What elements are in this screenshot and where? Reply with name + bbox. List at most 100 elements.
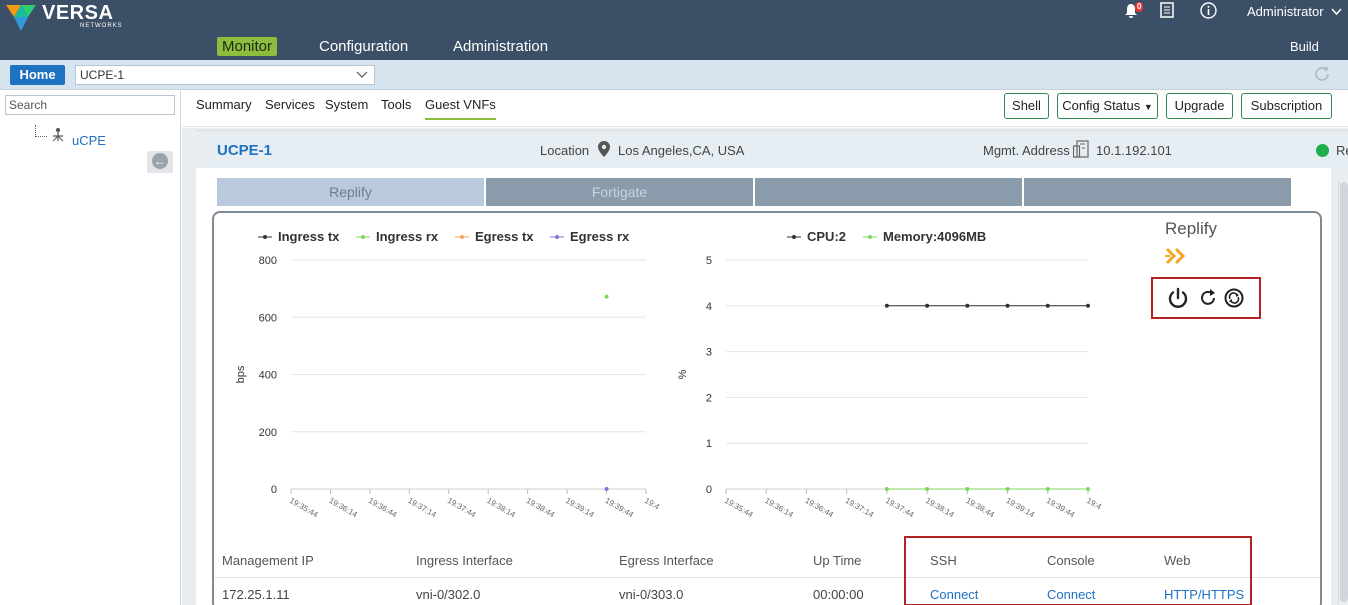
vnf-tab-4[interactable] xyxy=(1024,178,1291,206)
y-tick-label: 0 xyxy=(706,484,712,496)
data-point xyxy=(884,487,889,491)
x-tick-label: 19:39:14 xyxy=(1005,496,1037,520)
sync-icon[interactable] xyxy=(1223,287,1245,309)
data-point xyxy=(925,303,930,308)
legend-marker xyxy=(555,235,559,239)
tabs-row: Summary Services System Tools Guest VNFs… xyxy=(182,91,1348,127)
y-tick-label: 5 xyxy=(706,255,712,267)
x-tick-label: 19:4 xyxy=(1085,496,1103,512)
search-input[interactable] xyxy=(5,95,175,115)
device-node-icon xyxy=(52,128,64,145)
power-icon[interactable] xyxy=(1167,287,1189,309)
vnf-tab-fortigate[interactable]: Fortigate xyxy=(486,178,753,206)
device-info-bar: UCPE-1 Location Los Angeles,CA, USA Mgmt… xyxy=(196,130,1348,168)
tab-tools[interactable]: Tools xyxy=(381,97,411,118)
y-tick-label: 800 xyxy=(259,255,277,267)
x-tick-label: 19:37:14 xyxy=(406,496,438,520)
legend-marker xyxy=(792,235,796,239)
legend-marker xyxy=(868,235,872,239)
config-status-button[interactable]: Config Status ▼ xyxy=(1057,93,1158,119)
legend-item: Ingress tx xyxy=(258,229,340,244)
nav-monitor[interactable]: Monitor xyxy=(217,37,278,56)
user-menu[interactable]: Administrator xyxy=(1247,4,1342,19)
y-tick-label: 600 xyxy=(259,312,277,324)
nav-configuration[interactable]: Configuration xyxy=(319,38,408,55)
tab-guest-vnfs[interactable]: Guest VNFs xyxy=(425,97,496,120)
vertical-scrollbar[interactable] xyxy=(1338,180,1348,605)
x-tick-label: 19:37:44 xyxy=(884,496,916,520)
legend-label: Ingress tx xyxy=(278,229,340,244)
data-point xyxy=(1005,303,1010,308)
legend-marker xyxy=(460,235,464,239)
data-point xyxy=(1086,303,1090,308)
upgrade-button[interactable]: Upgrade xyxy=(1166,93,1233,119)
y-tick-label: 4 xyxy=(706,301,712,313)
x-tick-label: 19:35:44 xyxy=(723,496,755,520)
chevron-down-icon xyxy=(356,66,368,90)
tree-node-ucpe[interactable]: uCPE xyxy=(72,133,106,148)
legend-item: Egress tx xyxy=(455,229,534,244)
config-status-label: Config Status xyxy=(1062,98,1141,113)
x-tick-label: 19:38:14 xyxy=(485,496,517,520)
user-name: Administrator xyxy=(1247,4,1324,19)
scrollbar-thumb[interactable] xyxy=(1340,182,1348,602)
x-tick-label: 19:36:14 xyxy=(763,496,795,520)
y-axis-label: bps xyxy=(235,365,247,383)
legend-item: Egress rx xyxy=(550,229,630,244)
home-button[interactable]: Home xyxy=(10,65,65,85)
top-bar: VERSA NETWORKS Monitor Configuration Adm… xyxy=(0,0,1348,60)
refresh-icon[interactable] xyxy=(1313,65,1331,88)
device-select[interactable]: UCPE-1 xyxy=(75,65,375,85)
left-panel: uCPE ← xyxy=(0,91,181,605)
data-point xyxy=(884,303,889,308)
y-tick-label: 0 xyxy=(271,484,277,496)
shell-button[interactable]: Shell xyxy=(1004,93,1049,119)
cell-up-time: 00:00:00 xyxy=(813,587,864,602)
legend-label: CPU:2 xyxy=(807,229,846,244)
info-icon[interactable] xyxy=(1200,2,1217,23)
mgmt-address-value: 10.1.192.101 xyxy=(1096,143,1172,158)
collapse-panel-button[interactable]: ← xyxy=(147,151,173,173)
x-tick-label: 19:39:44 xyxy=(604,496,636,520)
tab-system[interactable]: System xyxy=(325,97,368,118)
subscription-button[interactable]: Subscription xyxy=(1241,93,1332,119)
y-tick-label: 3 xyxy=(706,347,712,359)
tab-summary[interactable]: Summary xyxy=(196,97,252,118)
data-point xyxy=(925,487,930,491)
app-window: VERSA NETWORKS Monitor Configuration Adm… xyxy=(0,0,1348,605)
x-tick-label: 19:36:44 xyxy=(803,496,835,520)
vnf-tab-3[interactable] xyxy=(755,178,1022,206)
build-label[interactable]: Build xyxy=(1290,39,1319,54)
cell-ingress-interface: vni-0/302.0 xyxy=(416,587,481,602)
nav-administration[interactable]: Administration xyxy=(453,38,548,55)
device-title: UCPE-1 xyxy=(217,142,273,159)
vnf-panel: Ingress tx Ingress rx Egress tx Egress rx 0 2… xyxy=(212,211,1322,605)
vnf-tab-replify[interactable]: Replify xyxy=(217,178,484,206)
versa-logo-icon xyxy=(6,5,36,31)
legend-marker xyxy=(263,235,267,239)
x-tick-label: 19:36:14 xyxy=(327,496,359,520)
notification-count-badge: 0 xyxy=(1135,2,1144,12)
x-tick-label: 19:37:44 xyxy=(446,496,478,520)
location-pin-icon xyxy=(598,141,610,160)
data-point xyxy=(1086,487,1090,491)
chevron-down-icon xyxy=(1331,4,1342,19)
versa-logo[interactable]: VERSA NETWORKS xyxy=(6,3,123,31)
cpu-memory-chart: CPU:2 Memory:4096MB 0 1 2 3 4 5% 19:35:44 19:36:1… xyxy=(677,229,1103,520)
data-point xyxy=(965,487,970,491)
data-point xyxy=(1045,487,1050,491)
x-tick-label: 19:38:44 xyxy=(964,496,996,520)
legend-label: Egress rx xyxy=(570,229,630,244)
data-point xyxy=(1045,303,1050,308)
x-tick-label: 19:38:14 xyxy=(924,496,956,520)
cell-egress-interface: vni-0/303.0 xyxy=(619,587,684,602)
x-tick-label: 19:38:44 xyxy=(525,496,557,520)
traffic-chart: Ingress tx Ingress rx Egress tx Egress rx 0 2… xyxy=(235,229,661,520)
device-bar: Home UCPE-1 xyxy=(0,60,1348,90)
legend-label: Memory:4096MB xyxy=(883,229,986,244)
tab-services[interactable]: Services xyxy=(265,97,315,118)
double-chevron-right-icon xyxy=(1165,247,1191,269)
header-up-time: Up Time xyxy=(813,553,862,568)
tasks-list-icon[interactable] xyxy=(1160,2,1174,22)
restart-icon[interactable] xyxy=(1197,287,1219,309)
